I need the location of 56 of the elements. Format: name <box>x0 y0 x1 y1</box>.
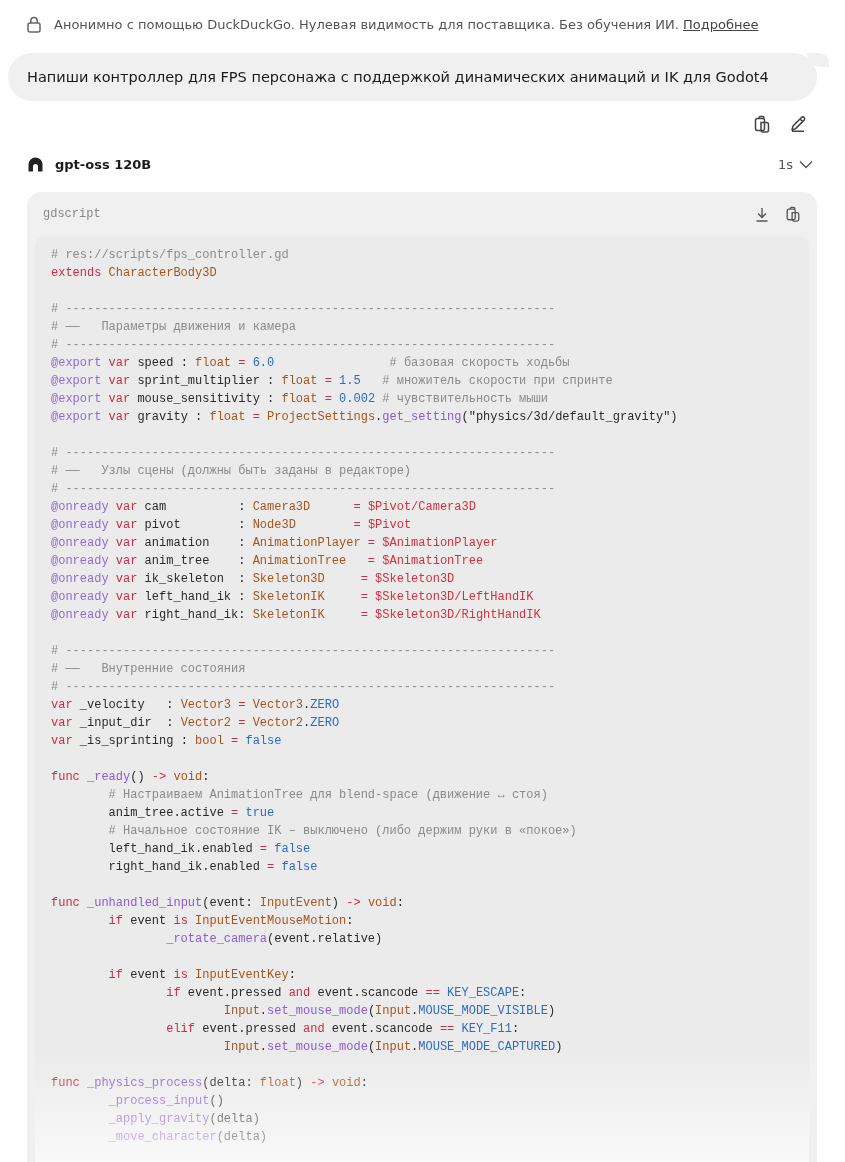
code-line: # -------------------------------------------------------------------- <box>51 301 556 318</box>
code-line: # -------------------------------------------------------------------- <box>51 337 556 354</box>
code-line: if event.pressed and event.scancode == KEY_ESCAPE: <box>165 985 527 1002</box>
code-language: gdscript <box>43 207 101 221</box>
model-name: gpt-oss 120B <box>55 157 153 172</box>
code-line: var _input_dir : Vector2 = Vector2.ZERO <box>51 715 340 732</box>
code-line: right_hand_ik.enabled = false <box>107 859 318 876</box>
code-line: _move_character(delta) <box>107 1129 268 1146</box>
code-line: func _ready() -> void: <box>51 769 210 786</box>
code-line: anim_tree.active = true <box>107 805 275 822</box>
code-line: _process_input() <box>107 1093 224 1110</box>
code-line: @onready var animation : AnimationPlayer = $AnimationPlayer <box>51 535 498 552</box>
code-line: @onready var right_hand_ik: SkeletonIK = $Skeleton3D/RightHandIK <box>51 607 541 624</box>
code-line: @onready var left_hand_ik : SkeletonIK = $Skeleton3D/LeftHandIK <box>51 589 534 606</box>
code-line: _rotate_camera(event.relative) <box>165 931 383 948</box>
code-line: var _velocity : Vector3 = Vector3.ZERO <box>51 697 340 714</box>
code-line: # -------------------------------------------------------------------- <box>51 643 556 660</box>
code-line: @export var speed : float = 6.0 # базовая скорость ходьбы <box>51 355 570 372</box>
learn-more-link[interactable]: Подробнее <box>683 16 759 32</box>
edit-icon[interactable] <box>789 115 807 133</box>
code-line: extends CharacterBody3D <box>51 265 217 282</box>
code-line: func _physics_process(delta: float) -> void: <box>51 1075 368 1092</box>
download-icon[interactable] <box>755 206 769 222</box>
copy-icon[interactable] <box>785 206 801 222</box>
code-line: @export var mouse_sensitivity : float = 0.002 # чувствительность мыши <box>51 391 548 408</box>
copy-icon[interactable] <box>753 115 771 133</box>
code-line: # res://scripts/fps_controller.gd <box>51 247 289 264</box>
privacy-notice: Анонимно с помощью DuckDuckGo. Нулевая видимость для поставщика. Без обучения ИИ. Подробнее <box>54 16 759 32</box>
code-line: @onready var ik_skeleton : Skeleton3D = $Skeleton3D <box>51 571 455 588</box>
code-line: _apply_gravity(delta) <box>107 1111 260 1128</box>
code-line: @onready var cam : Camera3D = $Pivot/Camera3D <box>51 499 476 516</box>
model-logo-icon <box>28 157 43 172</box>
user-message: Напиши контроллер для FPS персонажа с поддержкой динамических анимаций и IK для Godot4 <box>27 69 769 85</box>
code-line: func _unhandled_input(event: InputEvent) -> void: <box>51 895 404 912</box>
code-line: @export var gravity : float = ProjectSettings.get_setting("physics/3d/default_gravity") <box>51 409 678 426</box>
code-line: Input.set_mouse_mode(Input.MOUSE_MODE_VISIBLE) <box>222 1003 556 1020</box>
code-line: @onready var anim_tree : AnimationTree = $AnimationTree <box>51 553 484 570</box>
code-line: @onready var pivot : Node3D = $Pivot <box>51 517 412 534</box>
duration-toggle[interactable]: 1s <box>777 157 813 172</box>
code-line: if event is InputEventKey: <box>107 967 296 984</box>
code-line: Input.set_mouse_mode(Input.MOUSE_MODE_CAPTURED) <box>222 1039 563 1056</box>
code-line: # —— Параметры движения и камера <box>51 319 296 336</box>
chevron-icon <box>799 160 813 169</box>
code-line: if event is InputEventMouseMotion: <box>107 913 354 930</box>
code-line: # Начальное состояние IK – выключено (либо держим руки в «покое») <box>107 823 577 840</box>
code-line: # -------------------------------------------------------------------- <box>51 445 556 462</box>
code-line: elif event.pressed and event.scancode == KEY_F11: <box>165 1021 520 1038</box>
code-line: left_hand_ik.enabled = false <box>107 841 311 858</box>
code-line: # -------------------------------------------------------------------- <box>51 679 556 696</box>
code-line: # -------------------------------------------------------------------- <box>51 481 556 498</box>
code-line: # —— Внутренние состояния <box>51 661 246 678</box>
code-line: @export var sprint_multiplier : float = 1.5 # множитель скорости при спринте <box>51 373 613 390</box>
code-line: # —— Узлы сцены (должны быть заданы в редакторе) <box>51 463 412 480</box>
code-line: # Настраиваем AnimationTree для blend-space (движение ↔ стоя) <box>107 787 548 804</box>
code-line: var _is_sprinting : bool = false <box>51 733 282 750</box>
lock-icon <box>26 15 42 33</box>
